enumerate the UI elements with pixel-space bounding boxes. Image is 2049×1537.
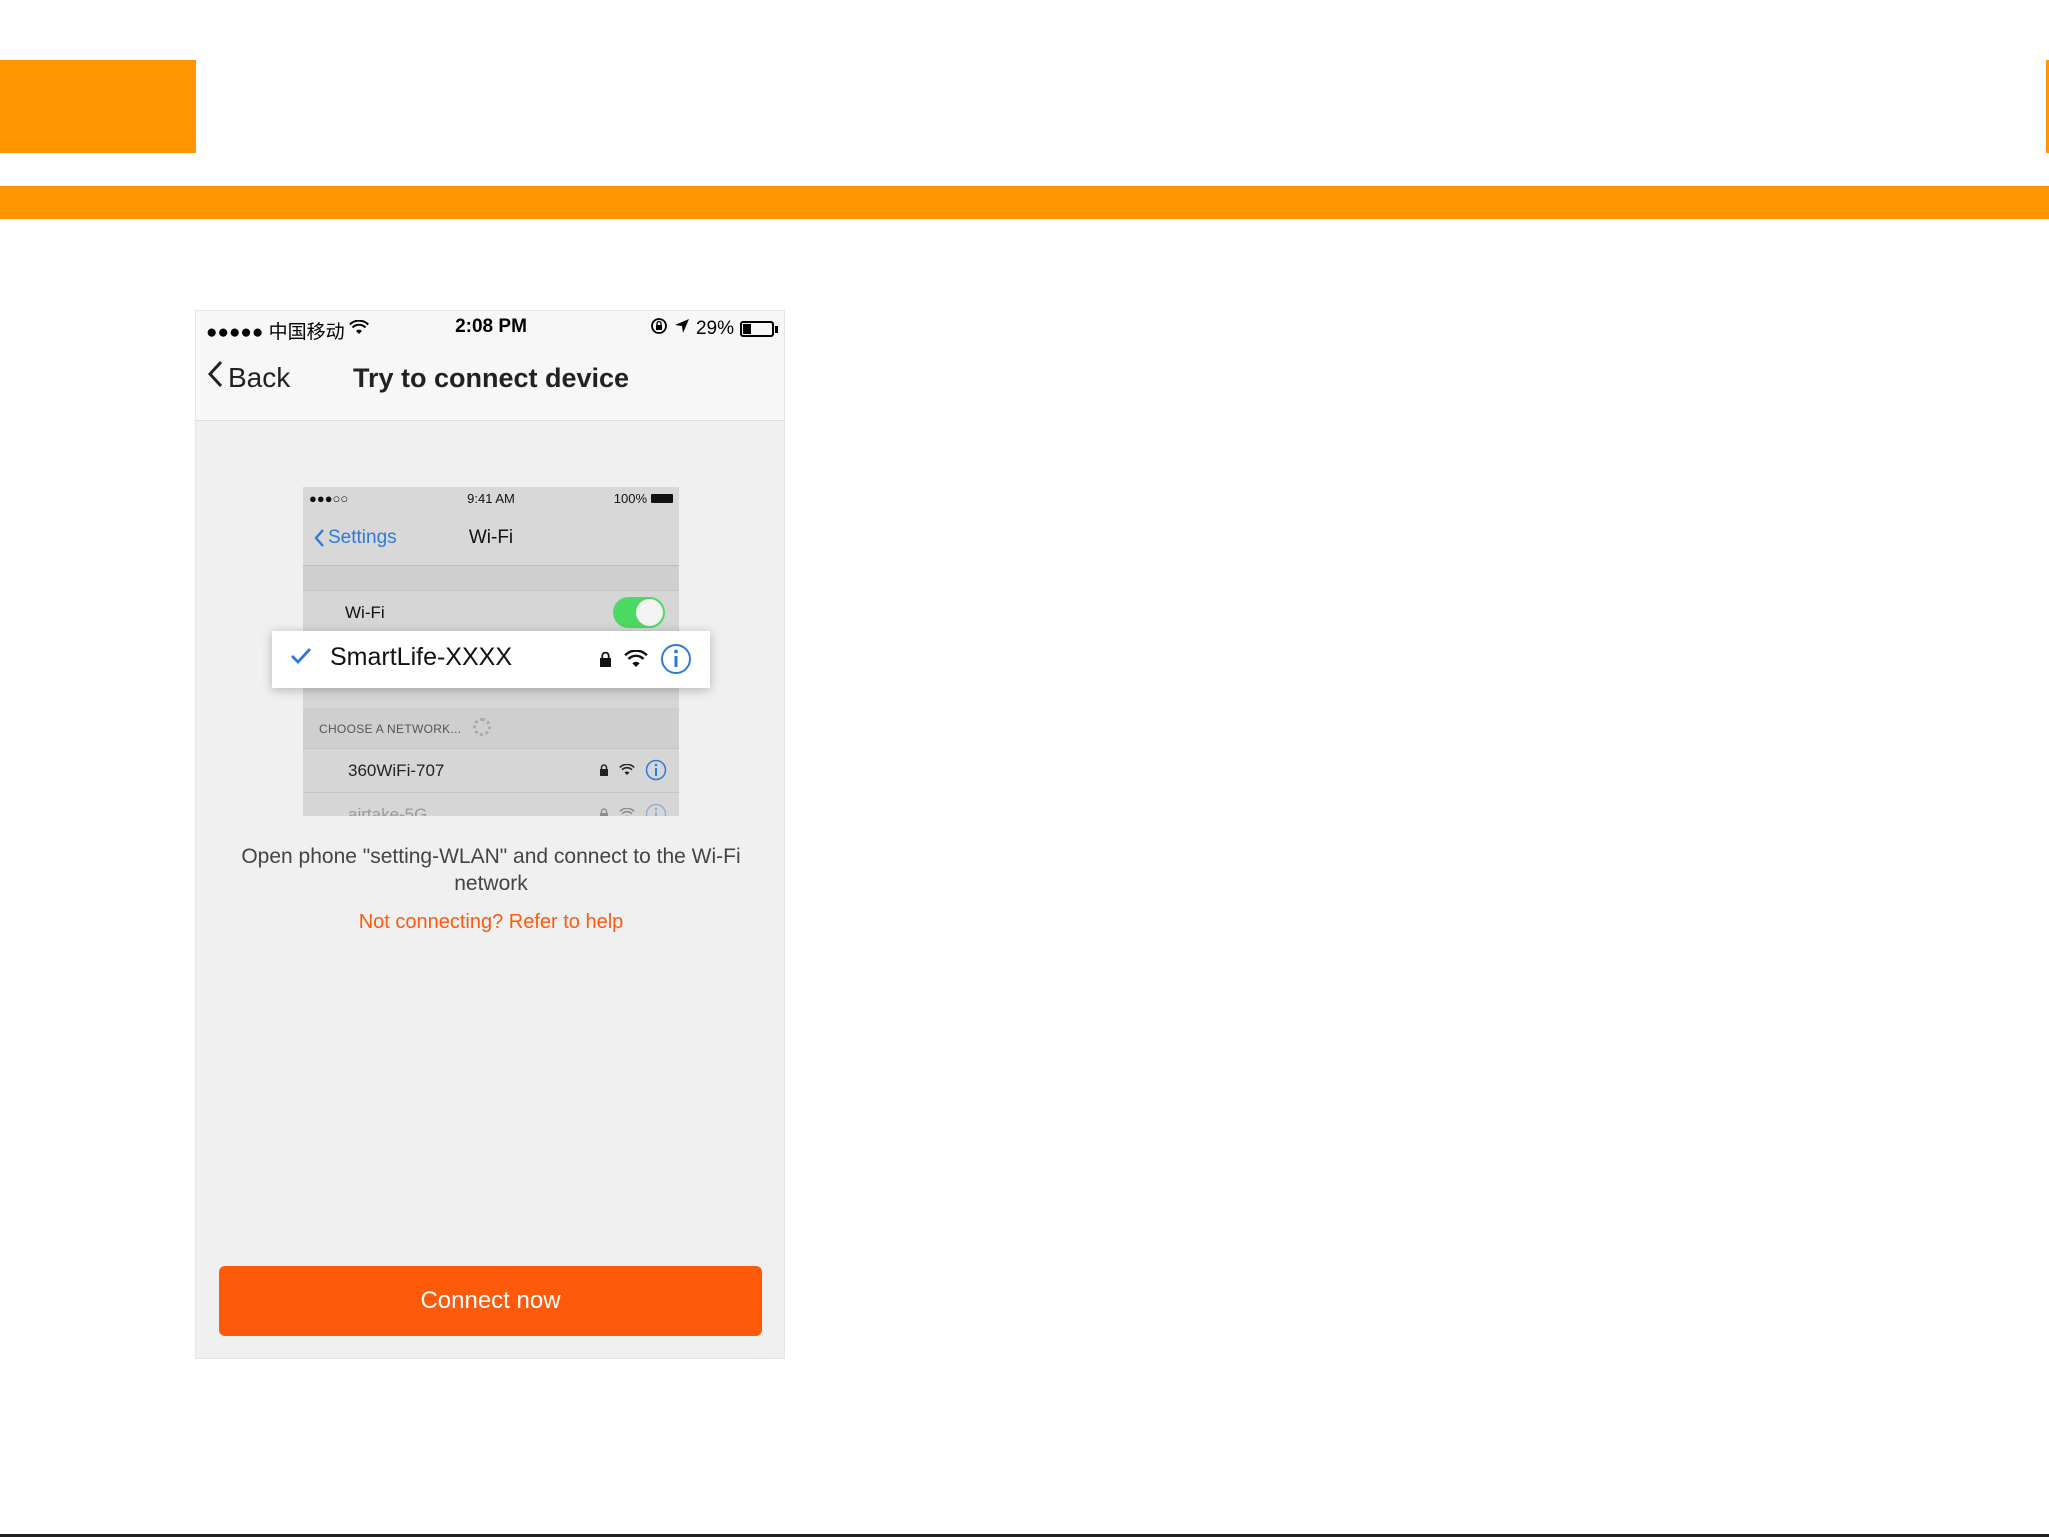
illustration-battery-percent: 100%	[613, 491, 647, 506]
illustration-section-header: CHOOSE A NETWORK...	[303, 708, 679, 748]
illustration-wifi-toggle	[613, 597, 665, 628]
status-bar: ●●●●● 中国移动 2:08 PM 29%	[196, 311, 784, 345]
page-title: Try to connect device	[352, 363, 630, 393]
selected-network-icons	[599, 643, 692, 675]
lock-icon	[600, 763, 608, 776]
wifi-icon	[624, 650, 648, 667]
loading-spinner-icon	[473, 718, 491, 736]
network-icons	[599, 803, 667, 816]
illustration-network-row: airtake-5G	[303, 792, 679, 816]
lock-icon	[600, 807, 608, 816]
network-icons	[599, 759, 667, 781]
wifi-icon	[619, 764, 635, 775]
header-accent-bar	[0, 186, 2049, 219]
network-name: airtake-5G	[348, 805, 428, 816]
location-arrow-icon	[674, 318, 690, 340]
illustration-battery-icon	[651, 494, 673, 503]
illustration-wifi-label: Wi-Fi	[345, 603, 385, 622]
selected-network-name: SmartLife-XXXX	[330, 643, 513, 671]
selected-network-card: SmartLife-XXXX	[272, 631, 710, 688]
battery-percent: 29%	[695, 318, 734, 339]
connect-now-button[interactable]: Connect now	[219, 1266, 762, 1336]
toggle-knob	[636, 599, 663, 626]
instruction-text: Open phone "setting-WLAN" and connect to…	[241, 845, 741, 895]
battery-icon	[740, 321, 774, 337]
info-icon	[645, 759, 667, 781]
illustration-title: Wi-Fi	[468, 527, 514, 548]
battery-fill	[743, 324, 751, 334]
battery-nub	[775, 325, 778, 333]
illustration-network-row: 360WiFi-707	[303, 748, 679, 792]
info-icon	[645, 803, 667, 816]
illustration-battery-group: 100%	[614, 491, 673, 506]
status-right: 29%	[650, 317, 778, 341]
illustration-spacer	[303, 566, 679, 590]
help-link[interactable]: Not connecting? Refer to help	[196, 911, 784, 934]
checkmark-icon	[290, 647, 312, 670]
wifi-icon	[619, 808, 635, 816]
orientation-lock-icon	[650, 317, 668, 341]
header-accent-block	[0, 60, 196, 153]
info-icon	[661, 644, 691, 674]
lock-icon	[600, 651, 611, 667]
illustration-wifi-toggle-row: Wi-Fi	[303, 590, 679, 634]
network-name: 360WiFi-707	[348, 761, 445, 780]
illustration-status-bar: ●●●○○ 9:41 AM 100%	[303, 487, 679, 509]
phone-screen: ●●●●● 中国移动 2:08 PM 29% Back Try to conne…	[195, 310, 785, 1359]
navigation-bar: Back Try to connect device	[196, 345, 784, 421]
illustration-section-label: CHOOSE A NETWORK...	[319, 722, 462, 736]
illustration-nav-bar: Settings Wi-Fi	[303, 509, 679, 566]
